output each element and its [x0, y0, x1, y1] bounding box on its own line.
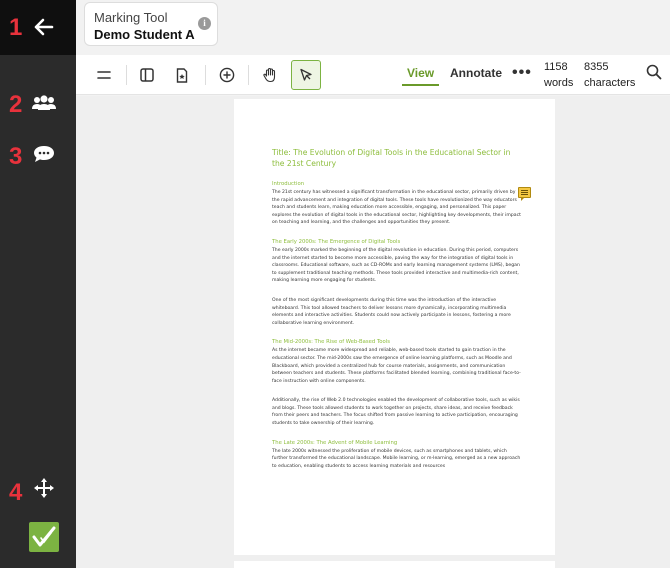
info-icon[interactable]: i: [198, 17, 211, 30]
word-count-value: 1158: [544, 61, 568, 73]
sidebar-panel-icon[interactable]: [133, 62, 161, 88]
users-icon[interactable]: [30, 91, 58, 115]
zoom-in-icon[interactable]: [213, 62, 241, 88]
toolbar-divider: [205, 65, 206, 85]
next-document-page: [234, 561, 555, 568]
paragraph: As the internet became more widespread a…: [272, 348, 521, 384]
paragraph: One of the most significant developments…: [272, 297, 511, 326]
comment-icon[interactable]: [30, 142, 58, 166]
document-star-icon[interactable]: [168, 62, 196, 88]
tool-name: Marking Tool: [94, 10, 168, 25]
hand-pan-icon[interactable]: [256, 62, 284, 88]
section-heading: The Late 2000s: The Advent of Mobile Lea…: [272, 439, 398, 446]
tab-view-underline: [402, 84, 439, 86]
paragraph: The late 2000s witnessed the proliferati…: [272, 448, 521, 469]
document-content: Title: The Evolution of Digital Tools in…: [272, 147, 522, 479]
more-options-icon[interactable]: •••: [512, 64, 532, 82]
search-icon[interactable]: [646, 64, 662, 85]
paragraph: The early 2000s marked the beginning of …: [272, 247, 520, 284]
page-header: Marking Tool Demo Student A i: [76, 0, 670, 55]
tab-view[interactable]: View: [407, 66, 434, 80]
comment-note-icon[interactable]: [518, 187, 531, 201]
tab-annotate[interactable]: Annotate: [450, 66, 502, 80]
student-name: Demo Student A: [94, 27, 195, 42]
marker-4: 4: [9, 479, 23, 506]
toolbar-divider: [248, 65, 249, 85]
marker-1: 1: [9, 14, 23, 41]
checkmark-logo[interactable]: [29, 522, 59, 552]
character-count-label: characters: [584, 77, 636, 89]
document-page[interactable]: Title: The Evolution of Digital Tools in…: [234, 99, 555, 555]
section-heading: The Mid-2000s: The Rise of Web-Based Too…: [272, 339, 390, 346]
toolbar-divider: [126, 65, 127, 85]
document-title: Title: The Evolution of Digital Tools in…: [272, 148, 511, 168]
section-heading: The Early 2000s: The Emergence of Digita…: [272, 238, 401, 245]
word-count-label: words: [544, 77, 574, 89]
character-count: 8355 characters: [584, 59, 635, 91]
word-count: 1158 words: [544, 59, 573, 91]
left-sidebar: 1 2 3 4: [0, 0, 76, 568]
menu-icon[interactable]: [90, 62, 118, 88]
section-heading: Introduction: [272, 181, 305, 187]
paragraph: Additionally, the rise of Web 2.0 techno…: [272, 398, 520, 427]
arrow-left-icon[interactable]: [30, 15, 58, 39]
title-card: Marking Tool Demo Student A i: [84, 2, 218, 46]
cursor-select-icon[interactable]: [291, 60, 321, 90]
document-viewer[interactable]: Title: The Evolution of Digital Tools in…: [76, 96, 670, 568]
paragraph: The 21st century has witnessed a signifi…: [272, 190, 521, 226]
marker-2: 2: [9, 91, 23, 118]
move-icon[interactable]: [30, 476, 58, 500]
toolbar: View Annotate ••• 1158 words 8355 charac…: [76, 55, 670, 95]
marker-3: 3: [9, 143, 23, 170]
character-count-value: 8355: [584, 61, 609, 73]
